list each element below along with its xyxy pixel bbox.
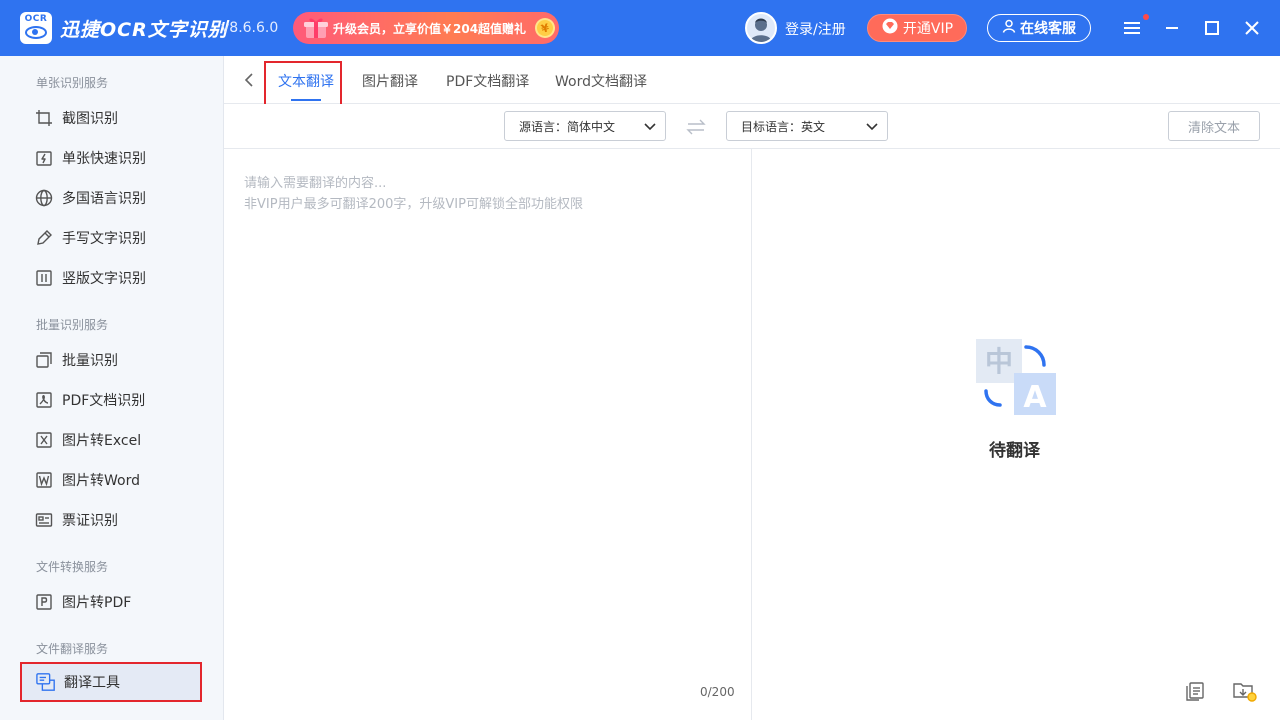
back-chevron-icon[interactable] bbox=[240, 70, 260, 90]
input-placeholder-line2: 非VIP用户最多可翻译200字，升级VIP可解锁全部功能权限 bbox=[244, 197, 583, 212]
app-title: 迅捷OCR文字识别 bbox=[60, 19, 228, 41]
maximize-button[interactable] bbox=[1200, 16, 1224, 40]
target-language-select[interactable]: 目标语言：英文 bbox=[726, 111, 888, 141]
maximize-icon bbox=[1205, 21, 1219, 35]
sidebar-item-label: 图片转Word bbox=[62, 473, 140, 489]
chevron-down-icon bbox=[865, 119, 879, 133]
sidebar-item-label: 手写文字识别 bbox=[62, 231, 146, 247]
sidebar-section-title: 文件转换服务 bbox=[36, 560, 109, 574]
translation-output: 中 A 待翻译 bbox=[752, 149, 1280, 720]
pen-icon bbox=[34, 228, 54, 248]
minimize-icon bbox=[1166, 27, 1178, 29]
sidebar-item-label: 图片转Excel bbox=[62, 433, 142, 449]
source-language-select[interactable]: 源语言：简体中文 bbox=[504, 111, 666, 141]
sidebar-item-pdf-ocr[interactable]: PDF文档识别 bbox=[20, 380, 202, 420]
save-to-folder-icon[interactable] bbox=[1232, 680, 1257, 702]
pending-translation-label: 待翻译 bbox=[989, 441, 1040, 461]
source-language-value: 源语言：简体中文 bbox=[519, 119, 616, 134]
eye-icon bbox=[25, 26, 47, 39]
gift-icon bbox=[301, 15, 331, 41]
online-service-label: 在线客服 bbox=[1020, 21, 1076, 37]
translate-tool-icon bbox=[36, 672, 56, 692]
sidebar-item-label: 截图识别 bbox=[62, 111, 118, 127]
app-version: v8.6.6.0 bbox=[221, 20, 279, 36]
crop-icon bbox=[34, 108, 54, 128]
title-bar: OCR 迅捷OCR文字识别 v8.6.6.0 升级会员，立享价值￥204超值赠礼… bbox=[0, 0, 1280, 56]
copy-icon[interactable] bbox=[1184, 680, 1206, 702]
swap-languages-icon[interactable] bbox=[686, 118, 706, 136]
vip-button[interactable]: 开通VIP bbox=[867, 14, 967, 42]
sidebar-item-translate-tool[interactable]: 翻译工具 bbox=[20, 662, 202, 702]
sidebar-item-ticket-ocr[interactable]: 票证识别 bbox=[20, 500, 202, 540]
sidebar-item-label: 多国语言识别 bbox=[62, 191, 146, 207]
sidebar-item-label: 单张快速识别 bbox=[62, 151, 146, 167]
avatar[interactable] bbox=[745, 12, 777, 44]
target-language-value: 目标语言：英文 bbox=[741, 119, 826, 134]
quick-scan-icon bbox=[34, 148, 54, 168]
chevron-down-icon bbox=[643, 119, 657, 133]
sidebar-section-title: 单张识别服务 bbox=[36, 76, 109, 90]
tab-bar: 文本翻译 图片翻译 PDF文档翻译 Word文档翻译 bbox=[224, 56, 1280, 113]
sidebar-item-handwriting-ocr[interactable]: 手写文字识别 bbox=[20, 218, 202, 258]
app-logo: OCR bbox=[20, 12, 52, 44]
svg-text:A: A bbox=[1023, 380, 1047, 415]
sidebar-item-image-to-excel[interactable]: 图片转Excel bbox=[20, 420, 202, 460]
vip-button-label: 开通VIP bbox=[902, 21, 954, 37]
sidebar: 单张识别服务 截图识别 单张快速识别 多国语言识别 手写文字识别 竖版文字识别 … bbox=[0, 56, 224, 720]
hamburger-icon bbox=[1124, 22, 1140, 34]
excel-icon bbox=[34, 430, 54, 450]
close-button[interactable] bbox=[1240, 16, 1264, 40]
ticket-icon bbox=[34, 510, 54, 530]
menu-button[interactable] bbox=[1120, 16, 1144, 40]
sidebar-item-label: 票证识别 bbox=[62, 513, 118, 529]
input-placeholder-line1: 请输入需要翻译的内容... bbox=[244, 176, 387, 191]
tab-pdf-translate[interactable]: PDF文档翻译 bbox=[446, 71, 529, 91]
vertical-text-icon bbox=[34, 268, 54, 288]
sidebar-item-label: PDF文档识别 bbox=[62, 393, 146, 409]
clear-text-button[interactable]: 清除文本 bbox=[1168, 111, 1260, 141]
image-to-pdf-icon bbox=[34, 592, 54, 612]
close-icon bbox=[1245, 21, 1259, 35]
sidebar-item-image-to-word[interactable]: 图片转Word bbox=[20, 460, 202, 500]
sidebar-item-label: 图片转PDF bbox=[62, 595, 132, 611]
sidebar-item-label: 翻译工具 bbox=[64, 675, 120, 691]
svg-text:中: 中 bbox=[985, 345, 1013, 378]
sidebar-item-label: 竖版文字识别 bbox=[62, 271, 146, 287]
batch-icon bbox=[34, 350, 54, 370]
sidebar-item-label: 批量识别 bbox=[62, 353, 118, 369]
coin-icon: ¥ bbox=[532, 15, 558, 41]
promo-banner[interactable]: 升级会员，立享价值￥204超值赠礼 ¥ bbox=[293, 12, 559, 44]
tab-word-translate[interactable]: Word文档翻译 bbox=[555, 71, 647, 91]
sidebar-item-screenshot-ocr[interactable]: 截图识别 bbox=[20, 98, 202, 138]
sidebar-item-multilang-ocr[interactable]: 多国语言识别 bbox=[20, 178, 202, 218]
diamond-icon bbox=[881, 18, 899, 38]
translate-placeholder-icon: 中 A bbox=[976, 339, 1058, 419]
login-link[interactable]: 登录/注册 bbox=[785, 19, 846, 39]
pdf-icon bbox=[34, 390, 54, 410]
notification-dot bbox=[1143, 14, 1149, 20]
sidebar-section-title: 批量识别服务 bbox=[36, 318, 109, 332]
app-logo-text: OCR bbox=[24, 14, 48, 24]
globe-icon bbox=[34, 188, 54, 208]
sidebar-item-image-to-pdf[interactable]: 图片转PDF bbox=[20, 582, 202, 622]
online-service-button[interactable]: 在线客服 bbox=[987, 14, 1091, 42]
sidebar-item-batch-ocr[interactable]: 批量识别 bbox=[20, 340, 202, 380]
source-text-input[interactable]: 请输入需要翻译的内容... 非VIP用户最多可翻译200字，升级VIP可解锁全部… bbox=[224, 149, 752, 720]
sidebar-section-title: 文件翻译服务 bbox=[36, 642, 109, 656]
minimize-button[interactable] bbox=[1160, 16, 1184, 40]
word-icon bbox=[34, 470, 54, 490]
sidebar-item-quick-ocr[interactable]: 单张快速识别 bbox=[20, 138, 202, 178]
promo-text: 升级会员，立享价值￥204超值赠礼 bbox=[333, 21, 527, 36]
user-icon bbox=[1002, 19, 1016, 37]
tab-image-translate[interactable]: 图片翻译 bbox=[362, 71, 418, 91]
sidebar-item-vertical-ocr[interactable]: 竖版文字识别 bbox=[20, 258, 202, 298]
language-bar: 源语言：简体中文 目标语言：英文 清除文本 bbox=[224, 104, 1280, 149]
char-counter: 0/200 bbox=[700, 685, 735, 699]
